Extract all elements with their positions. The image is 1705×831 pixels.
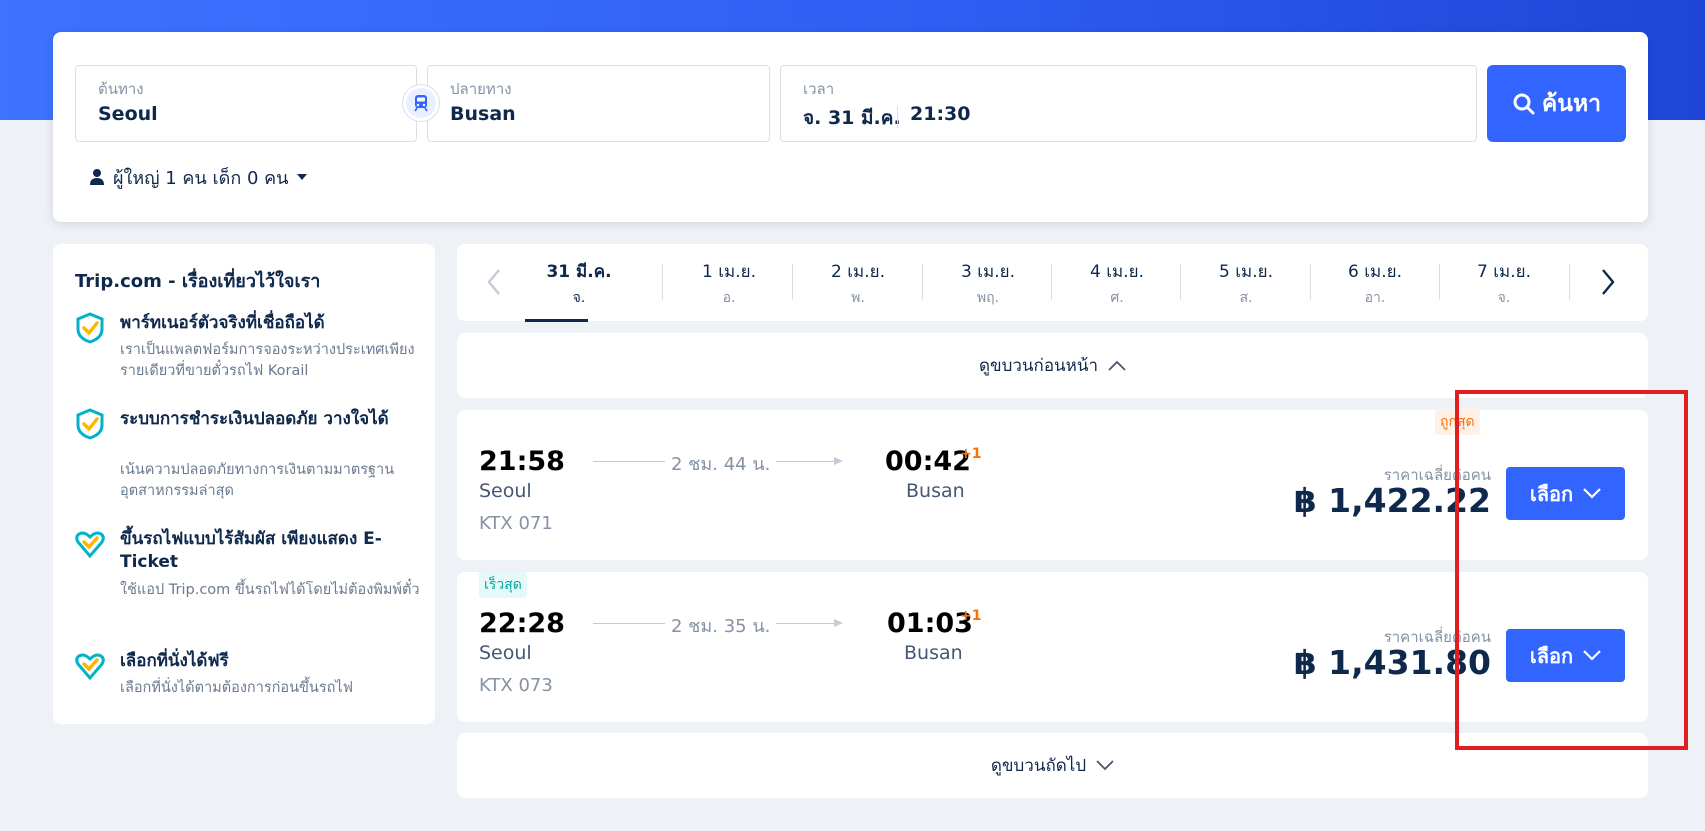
time-label: เวลา (803, 80, 835, 98)
arrival-time: 00:42 (885, 446, 971, 477)
caret-down-icon (297, 174, 308, 180)
train-number: KTX 073 (479, 675, 553, 696)
date-tab[interactable]: 2 เม.ย. พ. (793, 254, 923, 310)
chevron-right-icon (1602, 269, 1615, 295)
date-tab[interactable]: 6 เม.ย. อา. (1310, 254, 1440, 310)
duration-text: 2 ชม. 44 น. (665, 449, 777, 478)
date-tab[interactable]: 7 เม.ย. จ. (1439, 254, 1569, 310)
chevron-down-icon (1096, 760, 1114, 771)
date-tab-day: ศ. (1110, 290, 1124, 306)
date-tab[interactable]: 31 มี.ค. จ. (514, 254, 644, 322)
date-tab[interactable]: 5 เม.ย. ส. (1181, 254, 1311, 310)
next-day-indicator: +1 (960, 446, 982, 462)
trust-sidebar: Trip.com - เรื่องเที่ยวไว้ใจเรา พาร์ทเนอ… (53, 244, 435, 724)
earlier-trains-button[interactable]: ดูขบวนก่อนหน้า (457, 333, 1648, 398)
heart-check-icon (75, 653, 105, 681)
date-tab[interactable]: 1 เม.ย. อ. (664, 254, 794, 310)
destination-value[interactable]: Busan (450, 103, 516, 125)
date-tab-date: 3 เม.ย. (960, 262, 1015, 282)
feature-item: ระบบการชำระเงินปลอดภัย วางใจได้ เน้นความ… (75, 408, 420, 508)
date-value[interactable]: จ. 31 มี.ค. (803, 103, 901, 133)
feature-title: ขึ้นรถไฟแบบไร้สัมผัส เพียงแสดง E-Ticket (120, 529, 382, 572)
destination-label: ปลายทาง (450, 80, 512, 98)
active-indicator (525, 319, 588, 322)
date-tab[interactable]: 3 เม.ย. พฤ. (923, 254, 1053, 310)
origin-value[interactable]: Seoul (98, 103, 158, 125)
chevron-left-icon (487, 269, 500, 295)
search-icon (1513, 93, 1535, 114)
departure-city: Seoul (479, 642, 532, 664)
search-panel: ต้นทาง Seoul ปลายทาง Busan เวลา จ. 31 มี… (53, 32, 1648, 222)
later-trains-label: ดูขบวนถัดไป (990, 756, 1087, 776)
date-tab-date: 7 เม.ย. (1476, 262, 1531, 282)
feature-desc: เราเป็นแพลตฟอร์มการจองระหว่างประเทศเพียง… (120, 342, 415, 379)
origin-field[interactable]: ต้นทาง Seoul (75, 65, 417, 142)
train-icon (406, 88, 436, 118)
highlight-box (1455, 390, 1688, 750)
train-number: KTX 071 (479, 513, 553, 534)
destination-field[interactable]: ปลายทาง Busan (427, 65, 770, 142)
feature-title: เลือกที่นั่งได้ฟรี (120, 651, 229, 671)
feature-title: พาร์ทเนอร์ตัวจริงที่เชื่อถือได้ (120, 313, 325, 333)
arrow-icon (834, 457, 843, 465)
departure-time: 22:28 (479, 608, 565, 639)
fastest-badge: เร็วสุด (479, 572, 527, 598)
divider (897, 106, 898, 128)
prev-date-button[interactable] (479, 264, 509, 300)
departure-time: 21:58 (479, 446, 565, 477)
feature-item: พาร์ทเนอร์ตัวจริงที่เชื่อถือได้ เราเป็นแ… (75, 312, 420, 392)
duration-indicator: 2 ชม. 44 น. (593, 449, 843, 478)
chevron-up-icon (1108, 360, 1126, 371)
datetime-field[interactable]: เวลา จ. 31 มี.ค. 21:30 (780, 65, 1477, 142)
feature-desc: เลือกที่นั่งได้ตามต้องการก่อนขึ้นรถไฟ (120, 680, 353, 696)
next-date-button[interactable] (1593, 264, 1623, 300)
shield-check-icon (76, 408, 104, 440)
date-selector: 31 มี.ค. จ. 1 เม.ย. อ. 2 เม.ย. พ. 3 เม.ย… (457, 244, 1648, 322)
date-tab-date: 6 เม.ย. (1347, 262, 1402, 282)
date-tab-day: อ. (722, 290, 736, 306)
next-day-indicator: +1 (960, 608, 982, 624)
passenger-label: ผู้ใหญ่ 1 คน เด็ก 0 คน (113, 167, 289, 189)
date-tab[interactable]: 4 เม.ย. ศ. (1052, 254, 1182, 310)
arrow-icon (834, 619, 843, 627)
divider (1569, 264, 1570, 300)
date-tab-day: จ. (1497, 290, 1511, 306)
date-tab-date: 5 เม.ย. (1218, 262, 1273, 282)
date-tab-date: 2 เม.ย. (830, 262, 885, 282)
feature-title: ระบบการชำระเงินปลอดภัย วางใจได้ (120, 409, 389, 429)
date-tab-day: พฤ. (976, 290, 1000, 306)
duration-indicator: 2 ชม. 35 น. (593, 611, 843, 640)
sidebar-title: Trip.com - เรื่องเที่ยวไว้ใจเรา (75, 271, 321, 292)
user-icon (90, 169, 104, 185)
feature-desc: เน้นความปลอดภัยทางการเงินตามมาตรฐานอุตสา… (120, 462, 395, 499)
date-tab-date: 4 เม.ย. (1089, 262, 1144, 282)
search-button[interactable]: ค้นหา (1487, 65, 1626, 142)
feature-item: เลือกที่นั่งได้ฟรี เลือกที่นั่งได้ตามต้อ… (75, 650, 420, 710)
date-tab-day: ส. (1239, 290, 1253, 306)
swap-stations-button[interactable] (402, 84, 440, 122)
heart-check-icon (75, 531, 105, 559)
arrival-city: Busan (904, 642, 963, 664)
date-tab-date: 1 เม.ย. (701, 262, 756, 282)
shield-check-icon (76, 312, 104, 344)
time-value[interactable]: 21:30 (910, 103, 970, 125)
date-tab-day: พ. (851, 290, 865, 306)
feature-item: ขึ้นรถไฟแบบไร้สัมผัส เพียงแสดง E-Ticket … (75, 528, 420, 628)
origin-label: ต้นทาง (98, 80, 144, 98)
search-button-label: ค้นหา (1541, 90, 1602, 117)
date-tab-day: จ. (572, 290, 586, 306)
date-tab-day: อา. (1364, 290, 1386, 306)
feature-desc: ใช้แอป Trip.com ขึ้นรถไฟได้โดยไม่ต้องพิม… (120, 582, 420, 598)
passenger-selector[interactable]: ผู้ใหญ่ 1 คน เด็ก 0 คน (89, 162, 308, 192)
arrival-city: Busan (906, 480, 965, 502)
earlier-trains-label: ดูขบวนก่อนหน้า (978, 356, 1099, 376)
divider (662, 264, 663, 300)
departure-city: Seoul (479, 480, 532, 502)
duration-text: 2 ชม. 35 น. (665, 611, 777, 640)
date-tab-date: 31 มี.ค. (546, 262, 612, 282)
